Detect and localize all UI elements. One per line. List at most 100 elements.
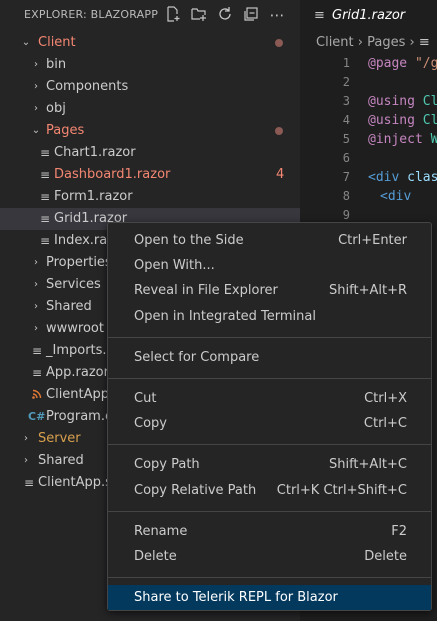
chevron-right-icon: › — [24, 455, 28, 466]
menu-item-label: Open With... — [134, 258, 215, 273]
modified-dot-icon — [275, 39, 283, 47]
context-menu: Open to the Side Ctrl+Enter Open With...… — [107, 222, 432, 611]
tab-grid1[interactable]: ≡ Grid1.razor — [300, 0, 437, 32]
file-lines-icon: ≡ — [39, 212, 51, 226]
code-token: @page — [368, 56, 408, 71]
tree-label: Shared — [38, 453, 84, 468]
tree-label: Shared — [46, 299, 92, 314]
line-number: 2 — [342, 75, 350, 89]
code-line[interactable]: @inject W — [368, 130, 437, 149]
tree-label: Components — [46, 79, 129, 94]
tree-label: bin — [46, 57, 67, 72]
file-lines-icon: ≡ — [314, 8, 325, 23]
file-lines-icon: ≡ — [23, 476, 35, 490]
chevron-right-icon: › — [357, 35, 368, 50]
menu-item-shortcut: Ctrl+K Ctrl+Shift+C — [276, 483, 407, 498]
tree-label: Pages — [46, 123, 85, 138]
tree-label: Dashboard1.razor — [54, 167, 171, 182]
menu-item-select-for-compare[interactable]: Select for Compare — [108, 345, 431, 370]
menu-item-copy[interactable]: Copy Ctrl+C — [108, 411, 431, 436]
menu-item-label: Reveal in File Explorer — [134, 283, 278, 298]
tree-label: obj — [46, 101, 66, 116]
tree-file-form1[interactable]: ≡ Form1.razor — [0, 186, 300, 208]
line-number: 3 — [342, 94, 350, 108]
menu-separator — [108, 337, 431, 338]
chevron-right-icon: › — [34, 257, 38, 268]
menu-item-label: Rename — [134, 524, 188, 539]
menu-item-rename[interactable]: Rename F2 — [108, 519, 431, 544]
menu-item-label: Copy — [134, 416, 167, 431]
chevron-right-icon: › — [34, 59, 38, 70]
line-number: 8 — [342, 189, 350, 203]
menu-separator — [108, 444, 431, 445]
file-lines-icon: ≡ — [39, 146, 51, 160]
tree-folder-components[interactable]: › Components — [0, 76, 300, 98]
chevron-right-icon: › — [409, 35, 419, 50]
menu-item-label: Open in Integrated Terminal — [134, 309, 316, 324]
new-folder-icon[interactable] — [190, 6, 208, 24]
tree-label: Properties — [46, 255, 112, 270]
menu-item-open-in-terminal[interactable]: Open in Integrated Terminal — [108, 304, 431, 329]
line-number: 1 — [342, 56, 350, 70]
menu-item-open-to-side[interactable]: Open to the Side Ctrl+Enter — [108, 228, 431, 253]
code-token: @inject — [368, 132, 423, 147]
breadcrumb-item[interactable]: Client — [300, 35, 354, 50]
tree-folder-pages[interactable]: ⌄ Pages — [0, 120, 300, 142]
menu-item-delete[interactable]: Delete Delete — [108, 544, 431, 569]
problem-count-badge: 4 — [276, 167, 285, 182]
code-line[interactable]: @page "/g — [368, 54, 437, 73]
line-number: 7 — [342, 170, 350, 184]
code-line[interactable]: @using Cl — [368, 111, 437, 130]
tree-folder-obj[interactable]: › obj — [0, 98, 300, 120]
code-token: @using — [368, 94, 415, 109]
chevron-down-icon: ⌄ — [31, 125, 41, 136]
file-lines-icon: ≡ — [418, 35, 430, 50]
file-lines-icon: ≡ — [31, 366, 43, 380]
new-file-icon[interactable] — [164, 6, 182, 24]
tree-folder-client[interactable]: ⌄ Client — [0, 32, 300, 54]
line-number: 4 — [342, 113, 350, 127]
menu-separator — [108, 577, 431, 578]
menu-item-label: Copy Path — [134, 457, 200, 472]
menu-separator — [108, 511, 431, 512]
tree-file-dashboard1[interactable]: ≡ Dashboard1.razor 4 — [0, 164, 300, 186]
menu-item-copy-relative-path[interactable]: Copy Relative Path Ctrl+K Ctrl+Shift+C — [108, 478, 431, 503]
menu-item-shortcut: Ctrl+C — [363, 416, 407, 431]
chevron-right-icon: › — [34, 323, 38, 334]
menu-item-shortcut: F2 — [391, 524, 407, 539]
rss-icon — [30, 384, 44, 406]
refresh-icon[interactable] — [216, 6, 234, 24]
menu-item-open-with[interactable]: Open With... — [108, 253, 431, 278]
explorer-header: EXPLORER: BLAZORAPP ⋯ — [0, 0, 300, 30]
file-lines-icon: ≡ — [39, 190, 51, 204]
file-lines-icon: ≡ — [39, 168, 51, 182]
tree-label: Services — [46, 277, 101, 292]
chevron-right-icon: › — [34, 81, 38, 92]
menu-item-reveal-in-file-explorer[interactable]: Reveal in File Explorer Shift+Alt+R — [108, 278, 431, 303]
menu-item-label: Open to the Side — [134, 233, 244, 248]
code-line[interactable]: <div — [380, 187, 411, 206]
line-number: 6 — [342, 151, 350, 165]
menu-item-shortcut: Ctrl+X — [364, 391, 407, 406]
menu-item-label: Copy Relative Path — [134, 483, 257, 498]
tree-file-chart1[interactable]: ≡ Chart1.razor — [0, 142, 300, 164]
collapse-all-icon[interactable] — [242, 6, 260, 24]
file-lines-icon: ≡ — [39, 234, 51, 248]
menu-item-label: Cut — [134, 391, 157, 406]
menu-item-share-to-telerik-repl[interactable]: Share to Telerik REPL for Blazor — [108, 585, 431, 610]
chevron-right-icon: › — [34, 103, 38, 114]
menu-item-copy-path[interactable]: Copy Path Shift+Alt+C — [108, 452, 431, 477]
menu-separator — [108, 378, 431, 379]
explorer-title: EXPLORER: BLAZORAPP — [24, 8, 159, 21]
more-icon[interactable]: ⋯ — [268, 6, 286, 24]
breadcrumb-item[interactable]: Pages — [367, 35, 405, 50]
chevron-right-icon: › — [34, 301, 38, 312]
menu-item-cut[interactable]: Cut Ctrl+X — [108, 386, 431, 411]
tree-label: App.razor — [46, 365, 109, 380]
tree-folder-bin[interactable]: › bin — [0, 54, 300, 76]
code-token: W — [430, 132, 437, 147]
code-line[interactable]: @using Cl — [368, 92, 437, 111]
code-token: clas — [407, 170, 437, 185]
tree-label: Server — [38, 431, 81, 446]
code-line[interactable]: <div clas — [368, 168, 437, 187]
